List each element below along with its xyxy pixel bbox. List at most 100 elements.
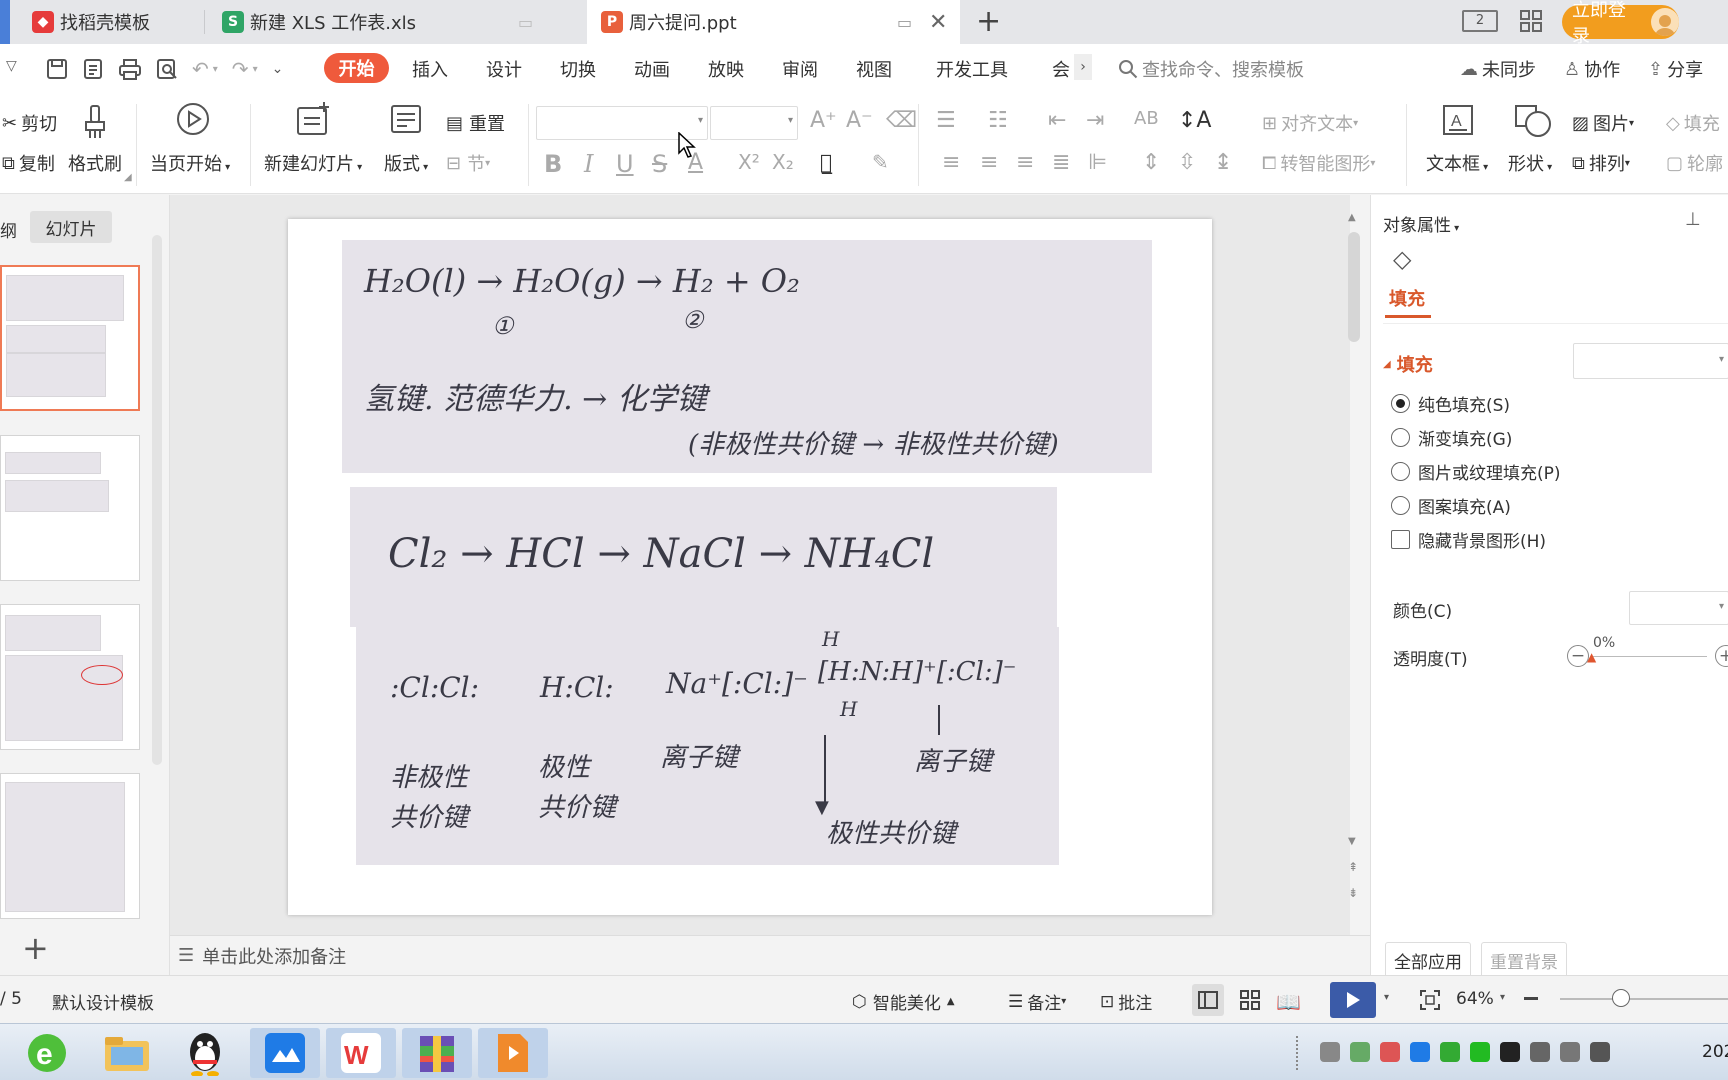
new-slide-icon[interactable] [296, 102, 332, 136]
slider-handle-icon[interactable]: ▲ [1587, 650, 1596, 664]
tab-ppt[interactable]: P 周六提问.ppt ▭ ✕ [587, 0, 960, 44]
menu-design[interactable]: 设计 [486, 56, 522, 82]
browser-icon[interactable]: e [12, 1028, 82, 1078]
shape-icon[interactable] [1514, 104, 1554, 138]
pane-title[interactable]: 对象属性 ▾ [1383, 211, 1459, 236]
slide-canvas[interactable]: H₂O(l) → H₂O(g) → H₂ + O₂ ① ② 氢键. 范德华力. … [288, 219, 1212, 915]
zoom-slider-handle[interactable] [1612, 989, 1630, 1007]
option-gradient-fill[interactable]: 渐变填充(G) [1391, 425, 1512, 450]
presentation-app-icon[interactable] [478, 1028, 548, 1078]
transparency-slider[interactable] [1593, 656, 1707, 657]
beautify-button[interactable]: ⬡ 智能美化 ▲ [852, 989, 955, 1015]
option-picture-fill[interactable]: 图片或纹理填充(P) [1391, 459, 1561, 484]
slide-thumbnail-2[interactable] [0, 435, 140, 581]
option-pattern-fill[interactable]: 图案填充(A) [1391, 493, 1511, 518]
numbered-list-icon[interactable]: ☷ [988, 108, 1008, 133]
handwritten-image-1[interactable]: H₂O(l) → H₂O(g) → H₂ + O₂ ① ② 氢键. 范德华力. … [342, 240, 1152, 473]
fit-window-icon[interactable] [1420, 990, 1440, 1010]
add-slide-icon[interactable]: + [22, 929, 49, 967]
slideshow-play-button[interactable] [1330, 982, 1376, 1018]
chevron-down-icon[interactable]: ▽ [6, 58, 17, 74]
prev-slide-icon[interactable]: ⇞ [1348, 860, 1358, 874]
menu-slideshow[interactable]: 放映 [708, 56, 744, 82]
font-size-select[interactable]: ▾ [710, 106, 798, 140]
menu-member[interactable]: 会 [1052, 56, 1070, 82]
distribute-icon[interactable]: ⊫ [1088, 150, 1107, 175]
cloud-app-icon[interactable] [250, 1028, 320, 1078]
keyboard-icon[interactable] [1320, 1042, 1340, 1062]
menu-view[interactable]: 视图 [856, 56, 892, 82]
wps-icon[interactable]: W [326, 1028, 396, 1078]
comments-button[interactable]: ⊡ 批注 [1100, 989, 1152, 1015]
apply-all-button[interactable]: 全部应用 [1385, 942, 1471, 978]
para-spacing-icon[interactable]: ⇕ [1142, 150, 1160, 175]
reset-button[interactable]: ▤ 重置 [446, 110, 505, 136]
superscript-icon[interactable]: X² [738, 150, 760, 174]
align-text-button[interactable]: ⊞ 对齐文本 ▾ [1262, 110, 1358, 136]
outline-button[interactable]: ▢ 轮廓 [1666, 150, 1723, 176]
radio-pattern[interactable] [1391, 496, 1410, 515]
strikethrough-icon[interactable]: S [652, 150, 667, 178]
color-picker[interactable]: ▾ [1629, 591, 1728, 625]
menu-transition[interactable]: 切换 [560, 56, 596, 82]
font-grow-icon[interactable]: A⁺ [810, 108, 837, 133]
search-box[interactable]: 查找命令、搜索模板 [1118, 56, 1304, 82]
scroll-down-icon[interactable]: ▼ [1348, 836, 1356, 847]
menu-insert[interactable]: 插入 [412, 56, 448, 82]
tab-slides[interactable]: 幻灯片 [30, 211, 112, 243]
option-hide-bg[interactable]: 隐藏背景图形(H) [1391, 527, 1546, 552]
tab-docer[interactable]: ◆ 找稻壳模板 [18, 0, 204, 44]
normal-view-icon[interactable] [1192, 984, 1224, 1016]
redo-icon[interactable]: ↷ [232, 57, 249, 81]
radio-solid[interactable] [1391, 394, 1410, 413]
bullet-list-icon[interactable]: ☰ [936, 108, 956, 133]
new-tab-icon[interactable]: + [976, 4, 1001, 39]
qq-icon[interactable] [170, 1028, 240, 1078]
theme-name[interactable]: 默认设计模板 [52, 989, 154, 1014]
line-height-icon[interactable]: ↨ [1214, 150, 1232, 175]
wechat-icon[interactable] [1470, 1042, 1490, 1062]
volume-icon[interactable] [1530, 1042, 1550, 1062]
radio-gradient[interactable] [1391, 428, 1410, 447]
line-spacing-icon[interactable]: ↕A [1178, 108, 1211, 133]
list-spacing-icon[interactable]: ⇳ [1178, 150, 1196, 175]
export-pdf-icon[interactable] [82, 58, 104, 80]
format-painter-label[interactable]: 格式刷 [68, 150, 122, 176]
phonetic-icon[interactable]: 文̲ [820, 150, 832, 174]
font-shrink-icon[interactable]: A⁻ [846, 108, 873, 133]
fill-type-select[interactable]: ▾ [1573, 343, 1728, 379]
scroll-up-icon[interactable]: ▲ [1348, 212, 1356, 223]
menu-animation[interactable]: 动画 [634, 56, 670, 82]
subscript-icon[interactable]: X₂ [772, 150, 794, 174]
notes-bar[interactable]: ☰ 单击此处添加备注 [170, 935, 1370, 975]
layout-button[interactable]: 版式 ▾ [384, 150, 428, 176]
copy-button[interactable]: ⧉ 复制 [2, 150, 55, 176]
radio-picture[interactable] [1391, 462, 1410, 481]
menu-start[interactable]: 开始 [324, 53, 389, 83]
picture-button[interactable]: ▨ 图片 ▾ [1572, 110, 1634, 136]
menu-review[interactable]: 审阅 [782, 56, 818, 82]
checkbox-hide-bg[interactable] [1391, 530, 1410, 549]
increase-icon[interactable]: + [1715, 645, 1728, 667]
slide-thumbnail-4[interactable] [0, 773, 140, 919]
tab-outline[interactable]: 纲 [0, 217, 17, 242]
screen-icon[interactable]: ▭ [518, 13, 533, 32]
align-center-icon[interactable]: ≡ [980, 150, 998, 175]
qq-tray-icon[interactable] [1500, 1042, 1520, 1062]
textbox-icon[interactable]: A [1442, 104, 1474, 136]
usb-icon[interactable] [1350, 1042, 1370, 1062]
fill-button[interactable]: ◇ 填充 [1666, 110, 1720, 136]
launcher-icon[interactable]: ◢ [124, 172, 132, 183]
start-current-button[interactable]: 当页开始 ▾ [150, 150, 230, 176]
zoom-out-icon[interactable] [1524, 997, 1538, 1000]
slide-sorter-icon[interactable] [1240, 990, 1260, 1010]
pin-icon[interactable]: ⊥ [1685, 209, 1701, 230]
arrange-button[interactable]: ⧉ 排列 ▾ [1572, 150, 1630, 176]
play-dropdown-icon[interactable]: ▾ [1384, 992, 1389, 1003]
customize-icon[interactable]: ⌄ [272, 61, 284, 77]
italic-icon[interactable]: I [584, 150, 593, 178]
sync-status[interactable]: ☁ 未同步 [1460, 56, 1536, 82]
format-painter-icon[interactable] [82, 104, 108, 140]
screen-icon[interactable]: ▭ [897, 13, 912, 32]
outdent-icon[interactable]: ⇤ [1048, 108, 1066, 133]
